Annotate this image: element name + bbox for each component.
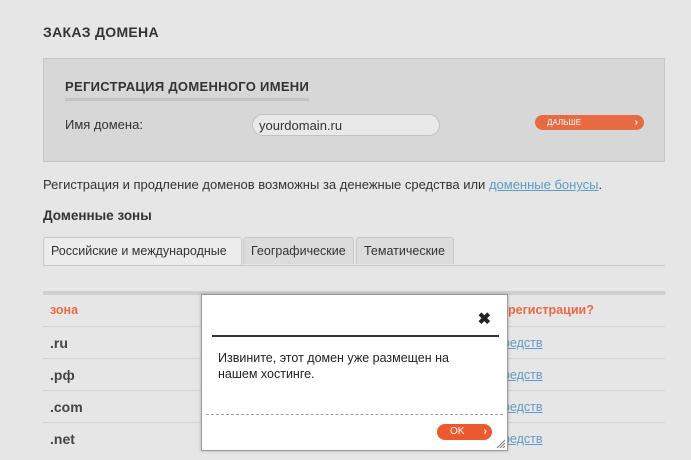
domain-bonuses-link[interactable]: доменные бонусы [489,177,599,192]
ok-button-label: OK [450,426,465,437]
domain-name-input[interactable] [252,114,440,136]
zone-price-link[interactable]: редств [503,368,543,382]
column-header-registration: регистрации? [508,303,594,317]
tab-geographic[interactable]: Географические [243,237,354,264]
zone-name: .net [50,431,75,447]
page-title: ЗАКАЗ ДОМЕНА [43,24,159,40]
chevron-right-icon: › [483,426,487,437]
alert-dialog: ✖ Извините, этот домен уже размещен на н… [201,294,508,451]
registration-title: РЕГИСТРАЦИЯ ДОМЕННОГО ИМЕНИ [65,79,310,101]
domain-registration-panel: РЕГИСТРАЦИЯ ДОМЕННОГО ИМЕНИ Имя домена: … [43,58,665,162]
zone-name: .рф [50,367,75,383]
tab-thematic[interactable]: Тематические [356,237,454,264]
zone-name: .com [50,399,83,415]
column-header-zone: зона [50,303,79,317]
registration-info: Регистрация и продление доменов возможны… [43,177,602,192]
dialog-divider [206,414,503,415]
zone-tabs: Российские и международные Географически… [43,237,665,266]
info-text: Регистрация и продление доменов возможны… [43,177,489,192]
zone-price-link[interactable]: редств [503,432,543,446]
next-button[interactable]: ДАЛЬШЕ › [535,115,644,130]
domain-zones-title: Доменные зоны [43,208,152,223]
dialog-header: ✖ [212,305,499,337]
close-icon[interactable]: ✖ [478,311,491,329]
info-suffix: . [598,177,603,192]
next-button-label: ДАЛЬШЕ [547,118,582,127]
zone-name: .ru [50,335,68,351]
domain-name-label: Имя домена: [65,117,143,132]
dialog-message: Извините, этот домен уже размещен на наш… [218,351,449,381]
resize-handle-icon[interactable] [496,439,506,449]
tab-russian-international[interactable]: Российские и международные [43,237,242,265]
ok-button[interactable]: OK › [437,424,492,440]
zone-price-link[interactable]: редств [503,400,543,414]
zone-price-link[interactable]: редств [503,336,543,350]
chevron-right-icon: › [634,117,638,128]
